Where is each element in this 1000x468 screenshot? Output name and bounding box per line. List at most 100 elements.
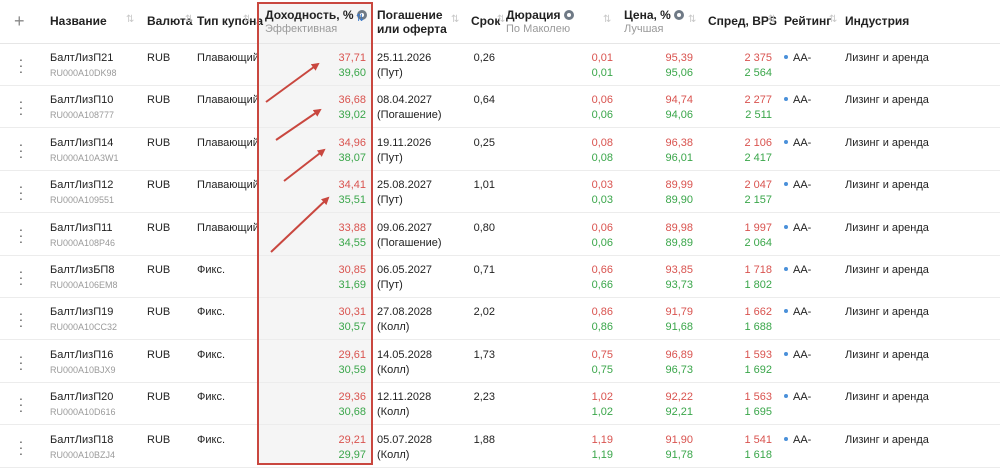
industry-cell: Лизинг и аренда bbox=[845, 52, 929, 64]
spread-ask: 1 695 bbox=[744, 406, 772, 419]
bond-name[interactable]: БалтЛизП10 bbox=[50, 93, 113, 107]
bond-name[interactable]: БалтЛизП18 bbox=[50, 433, 113, 447]
spread-ask: 1 688 bbox=[744, 321, 772, 334]
offer-type: (Пут) bbox=[377, 67, 403, 79]
row-menu-icon[interactable]: · · · bbox=[18, 222, 24, 248]
bond-name[interactable]: БалтЛизБП8 bbox=[50, 263, 114, 277]
price-bid: 91,90 bbox=[665, 433, 693, 446]
yield-bid: 37,71 bbox=[338, 52, 366, 64]
row-menu-icon[interactable]: · · · bbox=[18, 391, 24, 417]
header-spread[interactable]: Спред, BPS bbox=[708, 14, 777, 28]
bond-name[interactable]: БалтЛизП20 bbox=[50, 390, 113, 404]
bond-name[interactable]: БалтЛизП21 bbox=[50, 51, 113, 65]
sort-duration-icon[interactable]: ⇅ bbox=[603, 15, 611, 25]
header-coupon-type[interactable]: Тип купона bbox=[197, 14, 263, 28]
sort-name-icon[interactable]: ⇅ bbox=[126, 15, 134, 25]
bond-isin: RU000A109551 bbox=[50, 195, 115, 206]
table-row[interactable]: · · · БалтЛизП18 RU000A10BZJ4 RUB Фикс. 29,21 29… bbox=[0, 426, 1000, 468]
sort-spread-icon[interactable]: ⇅ bbox=[768, 15, 776, 25]
industry-cell: Лизинг и аренда bbox=[845, 306, 929, 319]
term-cell: 0,71 bbox=[473, 264, 495, 276]
price-bid: 89,99 bbox=[665, 179, 693, 192]
table-row[interactable]: · · · БалтЛизП12 RU000A109551 RUB Плавающий 34,… bbox=[0, 171, 1000, 214]
bond-isin: RU000A10DK98 bbox=[50, 68, 117, 78]
term-cell: 1,01 bbox=[473, 179, 495, 192]
row-menu-icon[interactable]: · · · bbox=[18, 434, 24, 460]
sort-rating-icon[interactable]: ⇅ bbox=[829, 15, 837, 25]
sort-yield-active-icon[interactable]: ⇅ bbox=[356, 14, 364, 24]
bond-isin: RU000A108777 bbox=[50, 110, 115, 121]
row-menu-icon[interactable]: · · · bbox=[18, 52, 24, 78]
rating-cell: AA- bbox=[793, 52, 812, 64]
table-row[interactable]: · · · БалтЛизП10 RU000A108777 RUB Плавающий 36,… bbox=[0, 86, 1000, 129]
sort-term-icon[interactable]: ⇅ bbox=[497, 15, 505, 25]
price-bid: 92,22 bbox=[665, 391, 693, 404]
sort-currency-icon[interactable]: ⇅ bbox=[185, 15, 193, 25]
offer-type: (Пут) bbox=[377, 194, 403, 207]
header-name[interactable]: Название bbox=[50, 14, 107, 28]
duration-settings-icon[interactable] bbox=[563, 10, 574, 20]
offer-type: (Пут) bbox=[377, 151, 403, 164]
offer-type: (Колл) bbox=[377, 321, 410, 334]
table-row[interactable]: · · · БалтЛизП20 RU000A10D616 RUB Фикс. 29,36 30… bbox=[0, 383, 1000, 426]
coupon-type-cell: Плавающий bbox=[197, 136, 259, 149]
currency-cell: RUB bbox=[147, 264, 171, 276]
row-menu-icon[interactable]: · · · bbox=[18, 264, 24, 290]
table-row[interactable]: · · · БалтЛизП21 RU000A10DK98 RUB Плавающий 37,… bbox=[0, 44, 1000, 86]
bond-name[interactable]: БалтЛизП14 bbox=[50, 136, 113, 150]
sort-price-icon[interactable]: ⇅ bbox=[688, 15, 696, 25]
rating-cell: AA- bbox=[793, 264, 812, 276]
row-menu-icon[interactable]: · · · bbox=[18, 94, 24, 120]
sort-maturity-icon[interactable]: ⇅ bbox=[451, 15, 459, 25]
row-menu-icon[interactable]: · · · bbox=[18, 349, 24, 375]
row-menu-icon[interactable]: · · · bbox=[18, 306, 24, 332]
currency-cell: RUB bbox=[147, 306, 171, 319]
rating-indicator-icon bbox=[784, 309, 788, 314]
offer-type: (Погашение) bbox=[377, 109, 442, 122]
add-column-button[interactable]: + bbox=[14, 12, 25, 30]
spread-bid: 2 106 bbox=[744, 136, 772, 149]
maturity-date: 27.08.2028 bbox=[377, 306, 433, 319]
table-row[interactable]: · · · БалтЛизП19 RU000A10CC32 RUB Фикс. 30,31 30… bbox=[0, 298, 1000, 341]
price-ask: 91,68 bbox=[665, 321, 693, 334]
rating-cell: AA- bbox=[793, 221, 812, 234]
table-row[interactable]: · · · БалтЛизП16 RU000A10BJX9 RUB Фикс. 29,61 30… bbox=[0, 341, 1000, 383]
duration-ask: 0,03 bbox=[591, 194, 613, 207]
rating-indicator-icon bbox=[784, 394, 788, 399]
header-yield[interactable]: Доходность, % Эффективная bbox=[265, 8, 367, 36]
table-row[interactable]: · · · БалтЛизП11 RU000A108P46 RUB Плавающий 33,… bbox=[0, 214, 1000, 256]
spread-ask: 2 511 bbox=[745, 109, 772, 122]
header-duration-sub: По Маколею bbox=[506, 23, 571, 35]
price-ask: 89,89 bbox=[665, 236, 693, 249]
currency-cell: RUB bbox=[147, 433, 171, 446]
yield-ask: 34,55 bbox=[338, 236, 366, 249]
row-menu-icon[interactable]: · · · bbox=[18, 179, 24, 205]
spread-bid: 2 375 bbox=[744, 52, 772, 64]
header-rating[interactable]: Рейтинг bbox=[784, 14, 831, 28]
yield-bid: 29,21 bbox=[338, 433, 366, 446]
row-menu-icon[interactable]: · · · bbox=[18, 137, 24, 163]
bond-isin: RU000A108P46 bbox=[50, 237, 116, 248]
bond-name[interactable]: БалтЛизП16 bbox=[50, 348, 113, 362]
header-price[interactable]: Цена, % Лучшая bbox=[624, 8, 684, 36]
bond-name[interactable]: БалтЛизП12 bbox=[50, 178, 113, 192]
table-row[interactable]: · · · БалтЛизБП8 RU000A106EM8 RUB Фикс. 30,85 31… bbox=[0, 256, 1000, 298]
rating-indicator-icon bbox=[784, 224, 788, 229]
maturity-date: 14.05.2028 bbox=[377, 348, 433, 361]
header-maturity[interactable]: Погашение или оферта bbox=[377, 8, 447, 36]
header-duration-label: Дюрация bbox=[506, 8, 561, 22]
yield-bid: 34,96 bbox=[338, 136, 366, 149]
table-row[interactable]: · · · БалтЛизП14 RU000A10A3W1 RUB Плавающий 34,… bbox=[0, 129, 1000, 171]
header-term[interactable]: Срок bbox=[471, 14, 500, 28]
sort-coupon-icon[interactable]: ⇅ bbox=[243, 15, 251, 25]
yield-ask: 38,07 bbox=[338, 151, 366, 164]
duration-bid: 0,01 bbox=[591, 52, 613, 64]
spread-bid: 1 662 bbox=[744, 306, 772, 319]
header-duration[interactable]: Дюрация По Маколею bbox=[506, 8, 574, 36]
currency-cell: RUB bbox=[147, 136, 171, 149]
bond-name[interactable]: БалтЛизП11 bbox=[50, 221, 113, 235]
duration-bid: 0,08 bbox=[591, 136, 613, 149]
price-settings-icon[interactable] bbox=[673, 10, 684, 20]
header-industry[interactable]: Индустрия bbox=[845, 14, 909, 28]
bond-name[interactable]: БалтЛизП19 bbox=[50, 305, 113, 319]
